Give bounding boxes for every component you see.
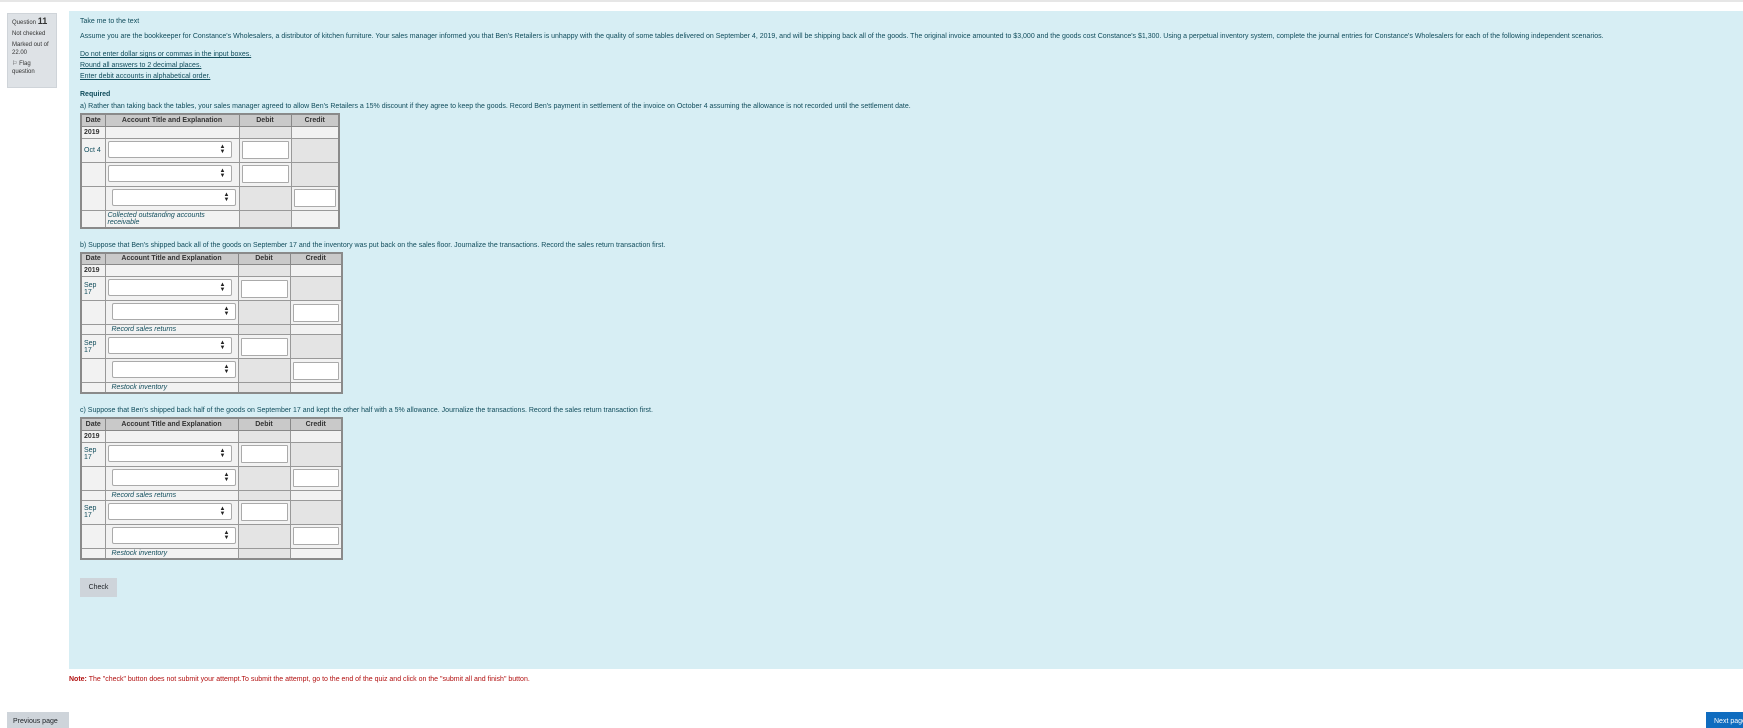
part-a-text: a) Rather than taking back the tables, y…	[80, 103, 911, 110]
date-cell: Sep 17	[80, 334, 106, 359]
account-header: Account Title and Explanation	[104, 417, 239, 431]
account-header: Account Title and Explanation	[104, 252, 239, 265]
credit-input[interactable]	[292, 303, 339, 322]
check-button[interactable]: Check	[80, 577, 117, 597]
debit-header: Debit	[237, 417, 291, 431]
date-header: Date	[80, 417, 106, 431]
date-cell: Sep 17	[80, 276, 106, 301]
debit-header: Debit	[237, 252, 291, 265]
question-number: Question 11	[12, 17, 52, 27]
entry-explanation: Collected outstanding accounts receivabl…	[104, 209, 240, 228]
instruction-item: Enter debit accounts in alphabetical ord…	[80, 73, 211, 80]
credit-input[interactable]	[292, 361, 339, 380]
submission-note: Note: The "check" button does not submit…	[69, 676, 530, 683]
select-arrows-icon: ▲ ▼	[223, 306, 230, 317]
account-select[interactable]: ▲ ▼	[111, 526, 236, 544]
credit-input[interactable]	[292, 527, 339, 545]
note-label: Note:	[69, 676, 87, 683]
debit-input[interactable]	[241, 165, 289, 183]
select-arrows-icon: ▲ ▼	[219, 143, 226, 155]
account-select[interactable]: ▲ ▼	[111, 468, 236, 486]
journal-table-a: Date Account Title and Explanation Debit…	[80, 113, 340, 229]
question-label: Question	[12, 20, 37, 26]
top-border	[0, 0, 1743, 2]
instruction-item: Round all answers to 2 decimal places.	[80, 62, 202, 69]
credit-input[interactable]	[293, 189, 336, 207]
take-me-to-text-link[interactable]: Take me to the text	[80, 18, 1732, 25]
credit-header: Credit	[289, 252, 343, 265]
select-arrows-icon: ▲ ▼	[223, 529, 230, 541]
account-select[interactable]: ▲ ▼	[107, 140, 232, 158]
credit-header: Credit	[289, 417, 343, 431]
debit-input[interactable]	[240, 279, 288, 298]
credit-input[interactable]	[292, 469, 339, 487]
date-cell: Sep 17	[80, 441, 106, 467]
account-select[interactable]: ▲ ▼	[111, 188, 236, 206]
flag-icon: ⚐	[12, 61, 18, 67]
instruction-list: Do not enter dollar signs or commas in t…	[80, 49, 1732, 82]
entry-explanation: Restock inventory	[104, 382, 239, 394]
question-info-panel: Question 11 Not checked Marked out of 22…	[7, 13, 57, 88]
select-arrows-icon: ▲ ▼	[219, 282, 226, 293]
select-arrows-icon: ▲ ▼	[223, 191, 230, 203]
account-header: Account Title and Explanation	[104, 113, 240, 127]
debit-input[interactable]	[240, 337, 288, 356]
part-b-text: b) Suppose that Ben's shipped back all o…	[80, 241, 666, 249]
select-arrows-icon: ▲ ▼	[219, 340, 226, 351]
select-arrows-icon: ▲ ▼	[219, 167, 226, 179]
date-header: Date	[80, 252, 106, 265]
journal-table-b: Date Account Title and Explanation Debit…	[80, 251, 343, 394]
required-heading: Required	[80, 91, 111, 98]
select-arrows-icon: ▲ ▼	[219, 505, 226, 517]
account-select[interactable]: ▲ ▼	[107, 164, 232, 182]
debit-input[interactable]	[240, 445, 288, 463]
account-select[interactable]: ▲ ▼	[107, 502, 232, 520]
select-arrows-icon: ▲ ▼	[223, 471, 230, 483]
question-status: Not checked	[12, 31, 46, 37]
question-grade: Marked out of 22.00	[12, 42, 49, 56]
credit-header: Credit	[290, 113, 340, 127]
account-select[interactable]: ▲ ▼	[111, 361, 236, 378]
journal-table-c: Date Account Title and Explanation Debit…	[80, 417, 343, 560]
account-select[interactable]: ▲ ▼	[107, 279, 232, 296]
entry-explanation: Restock inventory	[104, 547, 239, 559]
entry-explanation: Record sales returns	[104, 489, 239, 501]
select-arrows-icon: ▲ ▼	[219, 447, 226, 459]
account-select[interactable]: ▲ ▼	[107, 337, 232, 354]
debit-input[interactable]	[240, 503, 288, 521]
year-cell: 2019	[80, 429, 106, 443]
instruction-item: Do not enter dollar signs or commas in t…	[80, 51, 252, 58]
part-c-text: c) Suppose that Ben's shipped back half …	[80, 407, 653, 414]
debit-header: Debit	[238, 113, 292, 127]
flag-question-link[interactable]: ⚐ Flag question	[12, 60, 52, 76]
account-select[interactable]: ▲ ▼	[111, 303, 236, 320]
question-number-value: 11	[37, 16, 48, 26]
select-arrows-icon: ▲ ▼	[223, 364, 230, 375]
date-header: Date	[80, 113, 106, 127]
question-content: Take me to the text Assume you are the b…	[69, 11, 1743, 669]
date-cell: Sep 17	[80, 499, 106, 525]
year-cell: 2019	[80, 264, 106, 277]
previous-page-button[interactable]: Previous page	[7, 712, 69, 728]
next-page-button[interactable]: Next page	[1706, 712, 1743, 728]
question-intro: Assume you are the bookkeeper for Consta…	[80, 33, 1604, 40]
debit-input[interactable]	[241, 141, 289, 159]
account-select[interactable]: ▲ ▼	[107, 444, 232, 462]
date-cell: Oct 4	[80, 137, 106, 163]
note-text: The "check" button does not submit your …	[86, 676, 530, 683]
year-cell: 2019	[80, 125, 106, 139]
entry-explanation: Record sales returns	[104, 324, 239, 335]
